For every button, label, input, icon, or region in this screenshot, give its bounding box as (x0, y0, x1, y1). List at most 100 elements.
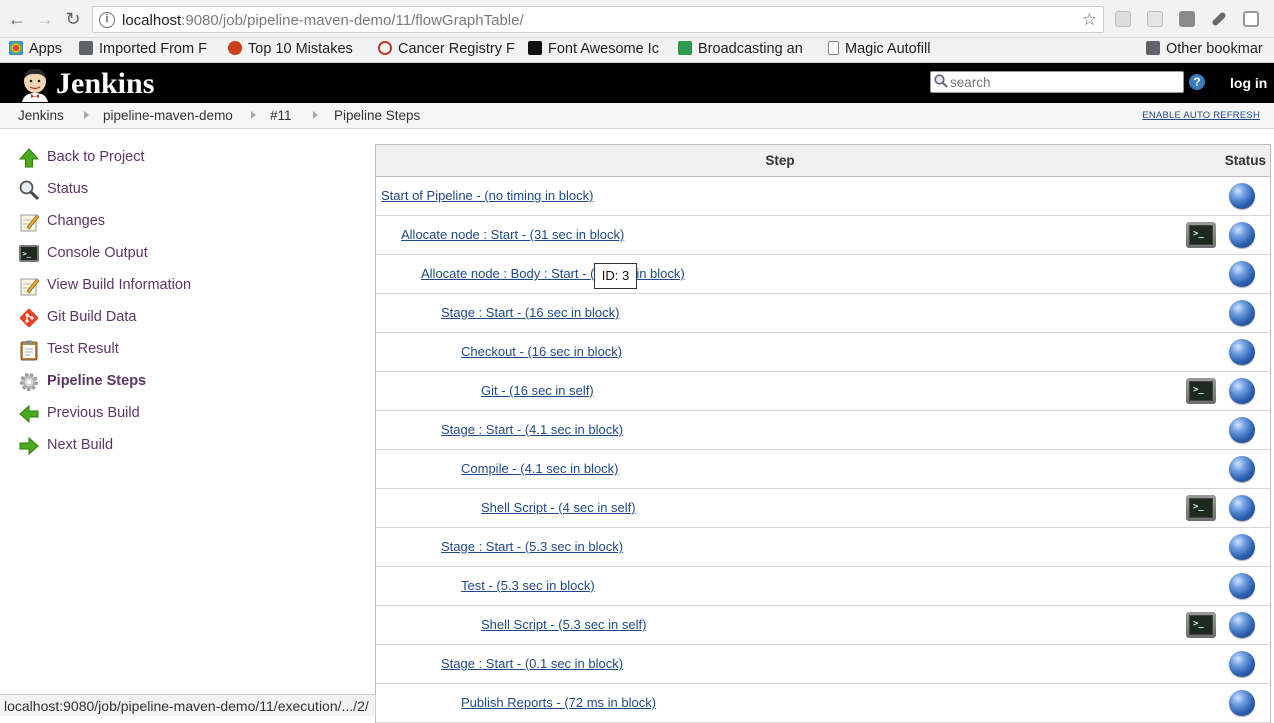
bookmark-other[interactable]: Other bookmar (1146, 41, 1274, 59)
left-arrow-icon (19, 404, 39, 424)
status-ball-icon[interactable] (1229, 417, 1255, 443)
console-output-icon[interactable]: >_ (1186, 222, 1216, 248)
enable-auto-refresh-link[interactable]: ENABLE AUTO REFRESH (1142, 110, 1260, 121)
angular-extension-icon[interactable] (1179, 11, 1195, 27)
clipboard-icon (20, 340, 38, 361)
jenkins-title[interactable]: Jenkins (56, 67, 154, 101)
browser-toolbar: ← → ↻ i localhost:9080/job/pipeline-mave… (0, 0, 1274, 38)
step-link[interactable]: Allocate node : Body : Start - (31 sec i… (421, 266, 685, 281)
status-ball-icon[interactable] (1229, 573, 1255, 599)
breadcrumb: Jenkins pipeline-maven-demo #11 Pipeline… (0, 103, 1274, 129)
git-icon (19, 308, 39, 328)
sidebar-item-label: Pipeline Steps (47, 373, 147, 389)
rss-extension-icon[interactable] (1115, 11, 1131, 27)
console-output-icon[interactable]: >_ (1186, 378, 1216, 404)
step-link[interactable]: Checkout - (16 sec in block) (461, 344, 622, 359)
step-link[interactable]: Git - (16 sec in self) (481, 383, 594, 398)
step-link[interactable]: Test - (5.3 sec in block) (461, 578, 595, 593)
bookmark-font-awesome[interactable]: Font Awesome Ic (528, 41, 666, 59)
step-link[interactable]: Shell Script - (4 sec in self) (481, 500, 636, 515)
gear-icon (20, 373, 38, 391)
step-link[interactable]: Stage : Start - (0.1 sec in block) (441, 656, 623, 671)
sidebar-item-label: Git Build Data (47, 309, 137, 325)
table-row: Stage : Start - (5.3 sec in block) (376, 528, 1270, 567)
breadcrumb-pipeline-steps[interactable]: Pipeline Steps (334, 108, 420, 123)
jenkins-butler-logo[interactable] (18, 66, 52, 102)
login-link[interactable]: log in (1230, 75, 1267, 91)
breadcrumb-chevron-icon[interactable] (251, 111, 256, 119)
table-row: Publish Reports - (72 ms in block) (376, 684, 1270, 723)
tooltip: ID: 3 (594, 263, 637, 289)
status-ball-icon[interactable] (1229, 339, 1255, 365)
table-row: Start of Pipeline - (no timing in block) (376, 177, 1270, 216)
step-link[interactable]: Shell Script - (5.3 sec in self) (481, 617, 646, 632)
table-row: Stage : Start - (0.1 sec in block) (376, 645, 1270, 684)
m-logo-icon (678, 41, 692, 55)
status-ball-icon[interactable] (1229, 378, 1255, 404)
column-header-status: Status (1224, 153, 1266, 168)
jenkins-header: Jenkins search ? log in (0, 63, 1274, 103)
console-output-icon[interactable]: >_ (1186, 495, 1216, 521)
bookmark-broadcasting[interactable]: Broadcasting an (678, 41, 816, 59)
status-ball-icon[interactable] (1229, 651, 1255, 677)
help-icon[interactable]: ? (1189, 74, 1205, 90)
eyedropper-extension-icon[interactable] (1211, 11, 1227, 27)
bookmark-label: Imported From F (99, 41, 207, 57)
breadcrumb-project[interactable]: pipeline-maven-demo (103, 108, 233, 123)
step-link[interactable]: Start of Pipeline - (no timing in block) (381, 188, 593, 203)
table-row: Allocate node : Body : Start - (31 sec i… (376, 255, 1270, 294)
apps-grid-icon (9, 41, 23, 55)
status-ball-icon[interactable] (1229, 456, 1255, 482)
sidebar-item-label: Status (47, 181, 89, 197)
sidebar-item-label: Test Result (47, 341, 119, 357)
step-link[interactable]: Stage : Start - (16 sec in block) (441, 305, 619, 320)
table-row: Stage : Start - (16 sec in block) (376, 294, 1270, 333)
back-arrow-icon[interactable]: ← (7, 9, 27, 29)
step-link[interactable]: Publish Reports - (72 ms in block) (461, 695, 656, 710)
console-glyph: >_ (1189, 225, 1213, 245)
console-glyph: >_ (1189, 615, 1213, 635)
breadcrumb-build[interactable]: #11 (270, 108, 292, 123)
bookmarks-bar: Apps Imported From F Top 10 Mistakes Can… (0, 38, 1274, 63)
step-link[interactable]: Allocate node : Start - (31 sec in block… (401, 227, 624, 242)
step-link[interactable]: Stage : Start - (4.1 sec in block) (441, 422, 623, 437)
breadcrumb-chevron-icon[interactable] (313, 111, 318, 119)
bookmark-cancer-registry[interactable]: Cancer Registry F (378, 41, 516, 59)
search-input[interactable]: search (930, 71, 1184, 93)
step-link[interactable]: Stage : Start - (5.3 sec in block) (441, 539, 623, 554)
status-ball-icon[interactable] (1229, 222, 1255, 248)
notepad-icon (20, 278, 40, 296)
extension-icon[interactable] (1147, 11, 1163, 27)
bookmark-apps[interactable]: Apps (9, 41, 62, 59)
bookmark-magic-autofill[interactable]: Magic Autofill (828, 41, 930, 59)
info-icon[interactable]: i (99, 12, 115, 28)
breadcrumb-jenkins[interactable]: Jenkins (18, 108, 64, 123)
sidebar-item-label: Next Build (47, 437, 114, 453)
status-ball-icon[interactable] (1229, 183, 1255, 209)
status-ball-icon[interactable] (1229, 612, 1255, 638)
step-link[interactable]: Compile - (4.1 sec in block) (461, 461, 619, 476)
url-text[interactable]: localhost:9080/job/pipeline-maven-demo/1… (122, 12, 524, 29)
table-row: Checkout - (16 sec in block) (376, 333, 1270, 372)
status-ball-icon[interactable] (1229, 534, 1255, 560)
reload-icon[interactable]: ↻ (63, 9, 83, 29)
status-ball-icon[interactable] (1229, 300, 1255, 326)
bookmark-top-10[interactable]: Top 10 Mistakes (228, 41, 366, 59)
console-glyph: >_ (1189, 381, 1213, 401)
bookmark-star-icon[interactable]: ☆ (1082, 10, 1097, 30)
table-row: Test - (5.3 sec in block) (376, 567, 1270, 606)
folder-icon (1146, 41, 1160, 55)
breadcrumb-chevron-icon[interactable] (84, 111, 89, 119)
console-output-icon[interactable]: >_ (1186, 612, 1216, 638)
forward-arrow-icon[interactable]: → (35, 9, 55, 29)
window-extension-icon[interactable] (1243, 11, 1259, 27)
status-ball-icon[interactable] (1229, 690, 1255, 716)
warning-circle-icon (228, 41, 242, 55)
bookmark-imported[interactable]: Imported From F (79, 41, 215, 59)
status-ball-icon[interactable] (1229, 261, 1255, 287)
search-placeholder: search (950, 75, 991, 90)
sidebar-item-label: Back to Project (47, 149, 145, 165)
address-bar[interactable]: i localhost:9080/job/pipeline-maven-demo… (92, 6, 1104, 33)
status-ball-icon[interactable] (1229, 495, 1255, 521)
url-path: :9080/job/pipeline-maven-demo/11/flowGra… (181, 12, 524, 29)
